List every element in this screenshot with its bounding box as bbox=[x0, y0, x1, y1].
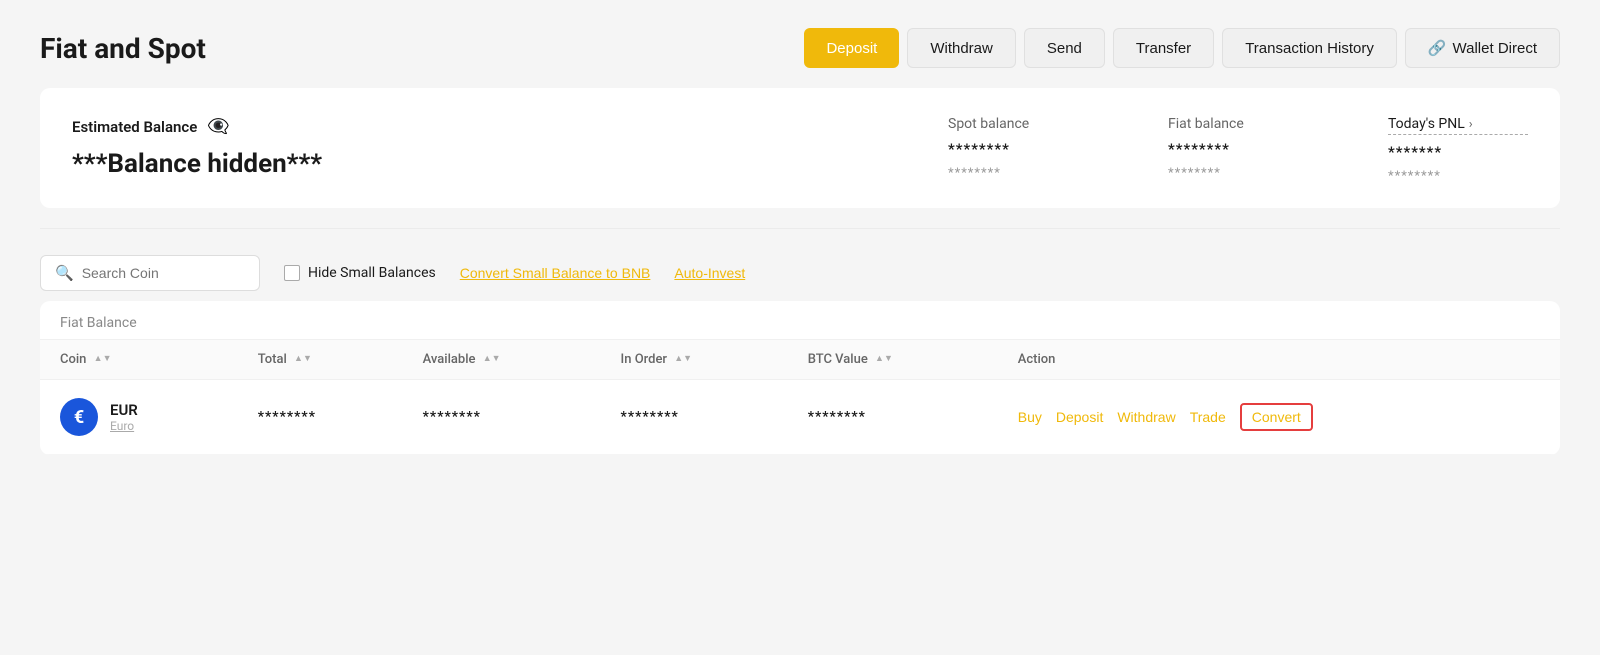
available-sort-icon[interactable]: ▲▼ bbox=[483, 355, 501, 364]
coin-cell: € EUR Euro bbox=[60, 398, 218, 436]
page-header: Fiat and Spot Deposit Withdraw Send Tran… bbox=[40, 0, 1560, 88]
send-button[interactable]: Send bbox=[1024, 28, 1105, 68]
hide-balance-icon[interactable]: 👁️‍🗨️ bbox=[207, 116, 229, 137]
transaction-history-button[interactable]: Transaction History bbox=[1222, 28, 1397, 68]
table-row: € EUR Euro ******** ******** ******** *****… bbox=[40, 380, 1560, 455]
action-trade-button[interactable]: Trade bbox=[1190, 409, 1226, 425]
col-coin: Coin ▲▼ bbox=[40, 340, 238, 380]
action-convert-button[interactable]: Convert bbox=[1240, 403, 1313, 431]
col-available: Available ▲▼ bbox=[403, 340, 601, 380]
table-header-row: Coin ▲▼ Total ▲▼ Available ▲▼ In Order ▲… bbox=[40, 340, 1560, 380]
coin-in-order: ******** bbox=[621, 409, 679, 425]
pnl-label: Today's PNL bbox=[1388, 116, 1465, 132]
action-cell: Buy Deposit Withdraw Trade Convert bbox=[1018, 403, 1540, 431]
action-withdraw-button[interactable]: Withdraw bbox=[1117, 409, 1175, 425]
estimated-balance-label: Estimated Balance bbox=[72, 118, 197, 136]
col-total: Total ▲▼ bbox=[238, 340, 403, 380]
col-in-order: In Order ▲▼ bbox=[601, 340, 788, 380]
pnl-col: Today's PNL › ******* ******** bbox=[1388, 116, 1528, 184]
coin-btc-value: ******** bbox=[808, 409, 866, 425]
hide-small-balances-label[interactable]: Hide Small Balances bbox=[284, 265, 436, 281]
in-order-sort-icon[interactable]: ▲▼ bbox=[674, 355, 692, 364]
page-title: Fiat and Spot bbox=[40, 32, 206, 65]
withdraw-button[interactable]: Withdraw bbox=[907, 28, 1016, 68]
spot-balance-col: Spot balance ******** ******** bbox=[948, 116, 1088, 184]
hide-small-balances-checkbox[interactable] bbox=[284, 265, 300, 281]
balances-table: Coin ▲▼ Total ▲▼ Available ▲▼ In Order ▲… bbox=[40, 339, 1560, 455]
fiat-balance-sub: ******** bbox=[1168, 166, 1308, 181]
transfer-button[interactable]: Transfer bbox=[1113, 28, 1214, 68]
convert-small-balance-button[interactable]: Convert Small Balance to BNB bbox=[460, 265, 651, 281]
table-section: Fiat Balance Coin ▲▼ Total ▲▼ Available … bbox=[40, 301, 1560, 455]
fiat-balance-col: Fiat balance ******** ******** bbox=[1168, 116, 1308, 184]
spot-balance-value: ******** bbox=[948, 140, 1088, 158]
pnl-chevron-icon: › bbox=[1469, 117, 1473, 132]
balance-details: Spot balance ******** ******** Fiat bala… bbox=[948, 116, 1528, 184]
pnl-value: ******* bbox=[1388, 143, 1528, 161]
coin-icon: € bbox=[60, 398, 98, 436]
action-buy-button[interactable]: Buy bbox=[1018, 409, 1042, 425]
divider bbox=[40, 228, 1560, 229]
header-buttons: Deposit Withdraw Send Transfer Transacti… bbox=[804, 28, 1560, 68]
search-box[interactable]: 🔍 bbox=[40, 255, 260, 291]
wallet-direct-button[interactable]: 🔗 Wallet Direct bbox=[1405, 28, 1560, 68]
btc-sort-icon[interactable]: ▲▼ bbox=[875, 355, 893, 364]
coin-total: ******** bbox=[258, 409, 316, 425]
balance-section: Estimated Balance 👁️‍🗨️ ***Balance hidde… bbox=[40, 88, 1560, 208]
pnl-link[interactable]: Today's PNL › bbox=[1388, 116, 1528, 135]
pnl-sub: ******** bbox=[1388, 169, 1528, 184]
hide-small-balances-text: Hide Small Balances bbox=[308, 265, 436, 281]
action-deposit-button[interactable]: Deposit bbox=[1056, 409, 1103, 425]
spot-balance-label: Spot balance bbox=[948, 116, 1088, 132]
coin-full-name[interactable]: Euro bbox=[110, 419, 138, 433]
auto-invest-button[interactable]: Auto-Invest bbox=[674, 265, 745, 281]
coin-sort-icon[interactable]: ▲▼ bbox=[94, 355, 112, 364]
total-sort-icon[interactable]: ▲▼ bbox=[294, 355, 312, 364]
fiat-balance-label: Fiat balance bbox=[1168, 116, 1308, 132]
fiat-balance-value: ******** bbox=[1168, 140, 1308, 158]
balance-header: Estimated Balance 👁️‍🗨️ bbox=[72, 116, 322, 137]
fiat-balance-section-label: Fiat Balance bbox=[40, 301, 1560, 339]
link-icon: 🔗 bbox=[1428, 39, 1447, 57]
coin-symbol: EUR bbox=[110, 401, 138, 419]
search-icon: 🔍 bbox=[55, 264, 74, 282]
deposit-button[interactable]: Deposit bbox=[804, 28, 899, 68]
search-input[interactable] bbox=[82, 265, 245, 281]
search-filter-row: 🔍 Hide Small Balances Convert Small Bala… bbox=[40, 239, 1560, 301]
col-action: Action bbox=[998, 340, 1560, 380]
spot-balance-sub: ******** bbox=[948, 166, 1088, 181]
balance-hidden-text: ***Balance hidden*** bbox=[72, 149, 322, 179]
coin-available: ******** bbox=[423, 409, 481, 425]
col-btc-value: BTC Value ▲▼ bbox=[788, 340, 998, 380]
